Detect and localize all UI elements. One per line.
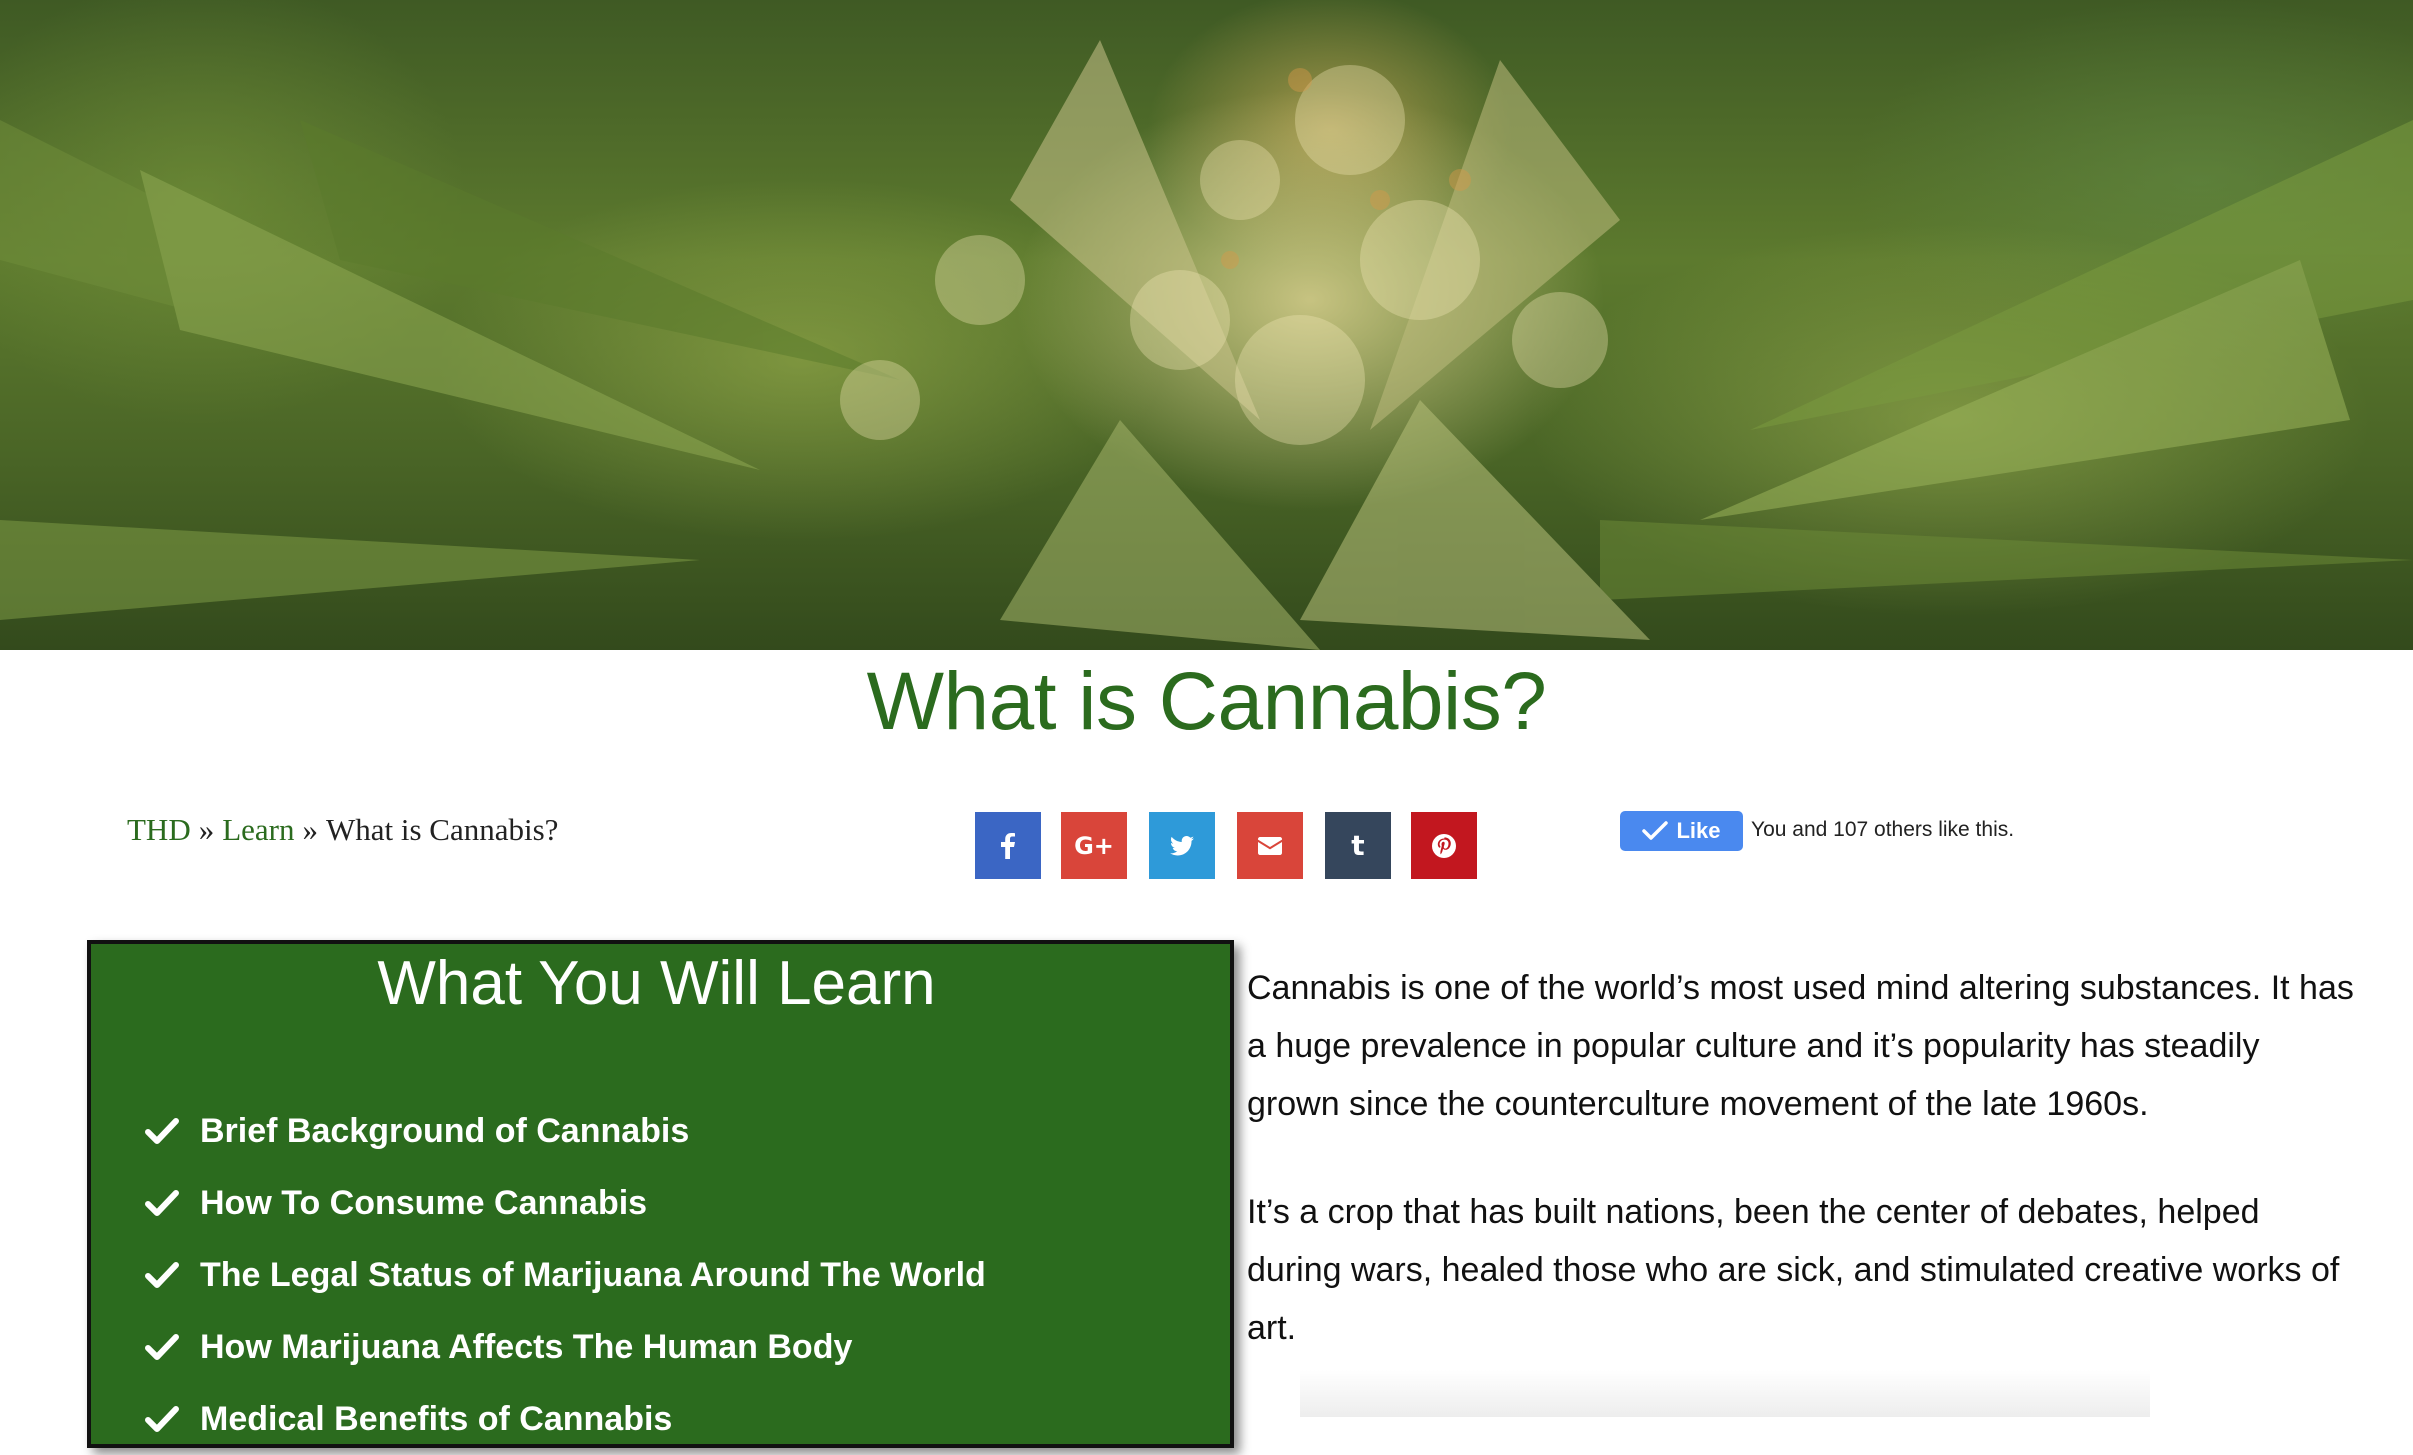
- page-title: What is Cannabis?: [866, 656, 1547, 747]
- like-count-text: You and 107 others like this.: [1751, 818, 2015, 841]
- body-paragraph: It’s a crop that has built nations, been…: [1247, 1193, 2340, 1347]
- cannabis-leaves-graphic: [0, 40, 2413, 650]
- pinterest-share-button[interactable]: [1411, 812, 1477, 879]
- breadcrumb-learn-link[interactable]: Learn: [222, 812, 294, 847]
- email-share-button[interactable]: [1237, 812, 1303, 879]
- breadcrumb-home-link[interactable]: THD: [127, 812, 191, 847]
- tumblr-icon: t: [1351, 829, 1365, 862]
- learn-item-label: Brief Background of Cannabis: [200, 1111, 690, 1150]
- twitter-icon: [1170, 835, 1194, 855]
- content-divider: [1300, 1370, 2150, 1417]
- learn-item-label: How To Consume Cannabis: [200, 1183, 648, 1222]
- breadcrumb-separator: »: [302, 812, 319, 847]
- learn-list: Brief Background of Cannabis How To Cons…: [145, 1095, 986, 1455]
- tumblr-share-button[interactable]: t: [1325, 812, 1391, 879]
- list-item: The Legal Status of Marijuana Around The…: [145, 1239, 986, 1311]
- breadcrumb-current: What is Cannabis?: [326, 812, 559, 847]
- facebook-icon: [1001, 832, 1015, 859]
- checkmark-icon: [145, 1333, 200, 1361]
- list-item: Brief Background of Cannabis: [145, 1095, 986, 1167]
- learn-item-label: Medical Benefits of Cannabis: [200, 1399, 673, 1438]
- learn-item-label: The Legal Status of Marijuana Around The…: [200, 1255, 986, 1294]
- google-plus-icon: G+: [1074, 831, 1114, 860]
- checkmark-icon: [145, 1261, 200, 1289]
- hero-image: [0, 0, 2413, 650]
- list-item: Medical Benefits of Cannabis: [145, 1383, 986, 1455]
- breadcrumb-separator: »: [198, 812, 215, 847]
- google-plus-share-button[interactable]: G+: [1061, 812, 1127, 879]
- pinterest-icon: [1432, 833, 1456, 858]
- checkmark-icon: [1642, 821, 1669, 840]
- like-button-label: Like: [1676, 818, 1721, 843]
- intro-paragraph: Cannabis is one of the world’s most used…: [1247, 969, 2354, 1123]
- learn-box-title: What You Will Learn: [377, 949, 936, 1018]
- checkmark-icon: [145, 1117, 200, 1145]
- breadcrumb: THD» Learn» What is Cannabis?: [127, 812, 558, 848]
- list-item: How Marijuana Affects The Human Body: [145, 1311, 986, 1383]
- learn-item-label: How Marijuana Affects The Human Body: [200, 1327, 853, 1366]
- checkmark-icon: [145, 1405, 200, 1433]
- checkmark-icon: [145, 1189, 200, 1217]
- like-button[interactable]: Like: [1620, 811, 1743, 851]
- list-item: How To Consume Cannabis: [145, 1167, 986, 1239]
- twitter-share-button[interactable]: [1149, 812, 1215, 879]
- envelope-icon: [1258, 836, 1282, 855]
- facebook-share-button[interactable]: [975, 812, 1041, 879]
